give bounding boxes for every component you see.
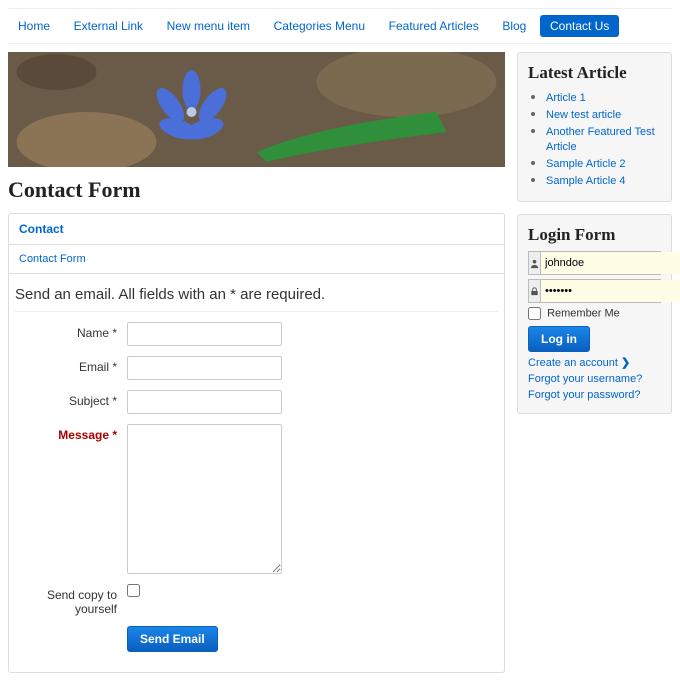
create-account-link[interactable]: Create an account ❯ xyxy=(528,356,661,369)
tab-contact-form[interactable]: Contact Form xyxy=(9,245,504,274)
contact-panel: Contact Contact Form Send an email. All … xyxy=(8,213,505,673)
nav-new-menu-item[interactable]: New menu item xyxy=(157,15,260,37)
top-nav: Home External Link New menu item Categor… xyxy=(8,8,672,44)
latest-article-heading: Latest Article xyxy=(528,63,661,83)
email-field[interactable] xyxy=(127,356,282,380)
remember-me-checkbox[interactable] xyxy=(528,307,541,320)
username-field[interactable] xyxy=(541,252,680,274)
nav-contact-us[interactable]: Contact Us xyxy=(540,15,619,37)
lock-icon xyxy=(529,280,541,302)
latest-article-link[interactable]: Another Featured Test Article xyxy=(546,126,655,153)
user-icon xyxy=(529,252,541,274)
latest-article-link[interactable]: Article 1 xyxy=(546,92,586,104)
latest-article-link[interactable]: Sample Article 4 xyxy=(546,175,625,187)
nav-categories-menu[interactable]: Categories Menu xyxy=(264,15,375,37)
send-copy-checkbox[interactable] xyxy=(127,584,140,597)
nav-featured-articles[interactable]: Featured Articles xyxy=(379,15,489,37)
remember-me-label: Remember Me xyxy=(547,307,620,319)
password-field[interactable] xyxy=(541,280,680,302)
latest-article-link[interactable]: New test article xyxy=(546,109,621,121)
latest-article-box: Latest Article Article 1 New test articl… xyxy=(517,52,672,202)
subject-label: Subject * xyxy=(15,390,127,408)
login-form-box: Login Form Remember Me xyxy=(517,214,672,414)
hero-image xyxy=(8,52,505,167)
subject-field[interactable] xyxy=(127,390,282,414)
page-title: Contact Form xyxy=(8,177,505,203)
chevron-right-icon: ❯ xyxy=(621,357,630,369)
form-legend: Send an email. All fields with an * are … xyxy=(15,284,498,312)
send-email-button[interactable]: Send Email xyxy=(127,626,218,652)
login-form-heading: Login Form xyxy=(528,225,661,245)
forgot-password-link[interactable]: Forgot your password? xyxy=(528,389,661,401)
login-button[interactable]: Log in xyxy=(528,326,590,352)
nav-external-link[interactable]: External Link xyxy=(64,15,153,37)
name-label: Name * xyxy=(15,322,127,340)
nav-blog[interactable]: Blog xyxy=(492,15,536,37)
name-field[interactable] xyxy=(127,322,282,346)
message-label: Message * xyxy=(15,424,127,442)
nav-home[interactable]: Home xyxy=(8,15,60,37)
latest-article-link[interactable]: Sample Article 2 xyxy=(546,158,625,170)
email-label: Email * xyxy=(15,356,127,374)
tab-contact[interactable]: Contact xyxy=(9,214,504,245)
copy-label: Send copy to yourself xyxy=(15,584,127,616)
forgot-username-link[interactable]: Forgot your username? xyxy=(528,373,661,385)
message-field[interactable] xyxy=(127,424,282,574)
